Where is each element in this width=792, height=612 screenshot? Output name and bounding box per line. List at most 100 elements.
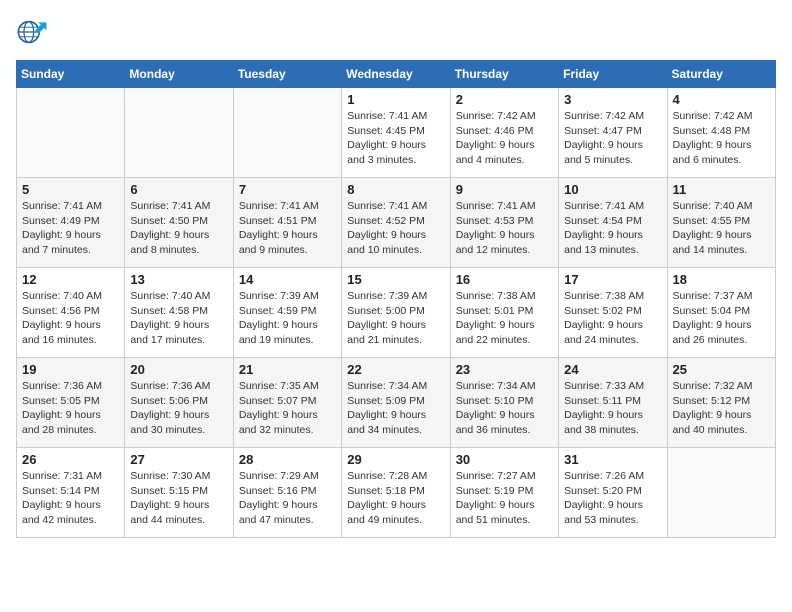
- day-number: 7: [239, 182, 336, 197]
- page-header: [16, 16, 776, 48]
- day-header-thursday: Thursday: [450, 61, 558, 88]
- calendar-cell: 19 Sunrise: 7:36 AM Sunset: 5:05 PM Dayli…: [17, 358, 125, 448]
- week-row-5: 26 Sunrise: 7:31 AM Sunset: 5:14 PM Dayli…: [17, 448, 776, 538]
- calendar-cell: 13 Sunrise: 7:40 AM Sunset: 4:58 PM Dayli…: [125, 268, 233, 358]
- day-number: 2: [456, 92, 553, 107]
- day-info: Sunrise: 7:38 AM Sunset: 5:01 PM Dayligh…: [456, 289, 553, 348]
- day-number: 19: [22, 362, 119, 377]
- day-number: 4: [673, 92, 770, 107]
- day-number: 21: [239, 362, 336, 377]
- day-number: 14: [239, 272, 336, 287]
- calendar-cell: 18 Sunrise: 7:37 AM Sunset: 5:04 PM Dayli…: [667, 268, 775, 358]
- day-info: Sunrise: 7:42 AM Sunset: 4:47 PM Dayligh…: [564, 109, 661, 168]
- day-header-tuesday: Tuesday: [233, 61, 341, 88]
- calendar-cell: 27 Sunrise: 7:30 AM Sunset: 5:15 PM Dayli…: [125, 448, 233, 538]
- calendar-cell: [17, 88, 125, 178]
- day-number: 15: [347, 272, 444, 287]
- day-number: 17: [564, 272, 661, 287]
- day-info: Sunrise: 7:42 AM Sunset: 4:46 PM Dayligh…: [456, 109, 553, 168]
- logo: [16, 16, 52, 48]
- day-header-sunday: Sunday: [17, 61, 125, 88]
- day-info: Sunrise: 7:41 AM Sunset: 4:45 PM Dayligh…: [347, 109, 444, 168]
- day-info: Sunrise: 7:41 AM Sunset: 4:49 PM Dayligh…: [22, 199, 119, 258]
- day-header-friday: Friday: [559, 61, 667, 88]
- day-number: 23: [456, 362, 553, 377]
- calendar-cell: 21Sunrise: 7:35 AM Sunset: 5:07 PM Dayli…: [233, 358, 341, 448]
- day-number: 22: [347, 362, 444, 377]
- day-info: Sunrise: 7:37 AM Sunset: 5:04 PM Dayligh…: [673, 289, 770, 348]
- calendar-cell: 4 Sunrise: 7:42 AM Sunset: 4:48 PM Daylig…: [667, 88, 775, 178]
- calendar-cell: 1 Sunrise: 7:41 AM Sunset: 4:45 PM Daylig…: [342, 88, 450, 178]
- week-row-3: 12Sunrise: 7:40 AM Sunset: 4:56 PM Dayli…: [17, 268, 776, 358]
- day-number: 11: [673, 182, 770, 197]
- day-info: Sunrise: 7:41 AM Sunset: 4:51 PM Dayligh…: [239, 199, 336, 258]
- day-header-monday: Monday: [125, 61, 233, 88]
- day-info: Sunrise: 7:34 AM Sunset: 5:10 PM Dayligh…: [456, 379, 553, 438]
- logo-icon: [16, 16, 48, 48]
- day-number: 20: [130, 362, 227, 377]
- calendar-cell: 16 Sunrise: 7:38 AM Sunset: 5:01 PM Dayli…: [450, 268, 558, 358]
- day-info: Sunrise: 7:41 AM Sunset: 4:50 PM Dayligh…: [130, 199, 227, 258]
- day-number: 26: [22, 452, 119, 467]
- day-info: Sunrise: 7:38 AM Sunset: 5:02 PM Dayligh…: [564, 289, 661, 348]
- day-info: Sunrise: 7:30 AM Sunset: 5:15 PM Dayligh…: [130, 469, 227, 528]
- calendar-cell: [667, 448, 775, 538]
- day-header-saturday: Saturday: [667, 61, 775, 88]
- day-number: 9: [456, 182, 553, 197]
- calendar-cell: 9 Sunrise: 7:41 AM Sunset: 4:53 PM Daylig…: [450, 178, 558, 268]
- day-info: Sunrise: 7:42 AM Sunset: 4:48 PM Dayligh…: [673, 109, 770, 168]
- day-number: 18: [673, 272, 770, 287]
- day-info: Sunrise: 7:41 AM Sunset: 4:54 PM Dayligh…: [564, 199, 661, 258]
- day-number: 13: [130, 272, 227, 287]
- day-info: Sunrise: 7:27 AM Sunset: 5:19 PM Dayligh…: [456, 469, 553, 528]
- day-info: Sunrise: 7:34 AM Sunset: 5:09 PM Dayligh…: [347, 379, 444, 438]
- calendar-cell: 20 Sunrise: 7:36 AM Sunset: 5:06 PM Dayli…: [125, 358, 233, 448]
- day-header-wednesday: Wednesday: [342, 61, 450, 88]
- day-number: 30: [456, 452, 553, 467]
- day-number: 1: [347, 92, 444, 107]
- day-number: 8: [347, 182, 444, 197]
- day-info: Sunrise: 7:36 AM Sunset: 5:05 PM Dayligh…: [22, 379, 119, 438]
- week-row-4: 19 Sunrise: 7:36 AM Sunset: 5:05 PM Dayli…: [17, 358, 776, 448]
- day-number: 16: [456, 272, 553, 287]
- calendar-cell: 24Sunrise: 7:33 AM Sunset: 5:11 PM Dayli…: [559, 358, 667, 448]
- day-info: Sunrise: 7:40 AM Sunset: 4:58 PM Dayligh…: [130, 289, 227, 348]
- calendar-cell: 17 Sunrise: 7:38 AM Sunset: 5:02 PM Dayli…: [559, 268, 667, 358]
- calendar-cell: 31 Sunrise: 7:26 AM Sunset: 5:20 PM Dayli…: [559, 448, 667, 538]
- calendar-cell: 3 Sunrise: 7:42 AM Sunset: 4:47 PM Daylig…: [559, 88, 667, 178]
- day-info: Sunrise: 7:28 AM Sunset: 5:18 PM Dayligh…: [347, 469, 444, 528]
- calendar-cell: 29Sunrise: 7:28 AM Sunset: 5:18 PM Dayli…: [342, 448, 450, 538]
- calendar-cell: 7 Sunrise: 7:41 AM Sunset: 4:51 PM Daylig…: [233, 178, 341, 268]
- calendar-cell: 2 Sunrise: 7:42 AM Sunset: 4:46 PM Daylig…: [450, 88, 558, 178]
- calendar-cell: 10 Sunrise: 7:41 AM Sunset: 4:54 PM Dayli…: [559, 178, 667, 268]
- day-info: Sunrise: 7:31 AM Sunset: 5:14 PM Dayligh…: [22, 469, 119, 528]
- day-info: Sunrise: 7:33 AM Sunset: 5:11 PM Dayligh…: [564, 379, 661, 438]
- day-number: 27: [130, 452, 227, 467]
- days-header-row: SundayMondayTuesdayWednesdayThursdayFrid…: [17, 61, 776, 88]
- day-number: 3: [564, 92, 661, 107]
- calendar-cell: 22 Sunrise: 7:34 AM Sunset: 5:09 PM Dayli…: [342, 358, 450, 448]
- day-info: Sunrise: 7:36 AM Sunset: 5:06 PM Dayligh…: [130, 379, 227, 438]
- calendar-cell: [233, 88, 341, 178]
- day-number: 28: [239, 452, 336, 467]
- calendar-cell: 8Sunrise: 7:41 AM Sunset: 4:52 PM Daylig…: [342, 178, 450, 268]
- calendar-cell: 5 Sunrise: 7:41 AM Sunset: 4:49 PM Daylig…: [17, 178, 125, 268]
- calendar-cell: 25Sunrise: 7:32 AM Sunset: 5:12 PM Dayli…: [667, 358, 775, 448]
- day-number: 12: [22, 272, 119, 287]
- day-number: 5: [22, 182, 119, 197]
- day-info: Sunrise: 7:26 AM Sunset: 5:20 PM Dayligh…: [564, 469, 661, 528]
- day-info: Sunrise: 7:39 AM Sunset: 5:00 PM Dayligh…: [347, 289, 444, 348]
- calendar-cell: 14Sunrise: 7:39 AM Sunset: 4:59 PM Dayli…: [233, 268, 341, 358]
- calendar-cell: 26 Sunrise: 7:31 AM Sunset: 5:14 PM Dayli…: [17, 448, 125, 538]
- calendar-cell: 28 Sunrise: 7:29 AM Sunset: 5:16 PM Dayli…: [233, 448, 341, 538]
- calendar-cell: 30 Sunrise: 7:27 AM Sunset: 5:19 PM Dayli…: [450, 448, 558, 538]
- calendar-table: SundayMondayTuesdayWednesdayThursdayFrid…: [16, 60, 776, 538]
- calendar-cell: 11 Sunrise: 7:40 AM Sunset: 4:55 PM Dayli…: [667, 178, 775, 268]
- day-info: Sunrise: 7:29 AM Sunset: 5:16 PM Dayligh…: [239, 469, 336, 528]
- day-number: 6: [130, 182, 227, 197]
- day-number: 10: [564, 182, 661, 197]
- week-row-2: 5 Sunrise: 7:41 AM Sunset: 4:49 PM Daylig…: [17, 178, 776, 268]
- day-info: Sunrise: 7:40 AM Sunset: 4:55 PM Dayligh…: [673, 199, 770, 258]
- day-info: Sunrise: 7:41 AM Sunset: 4:53 PM Dayligh…: [456, 199, 553, 258]
- day-number: 31: [564, 452, 661, 467]
